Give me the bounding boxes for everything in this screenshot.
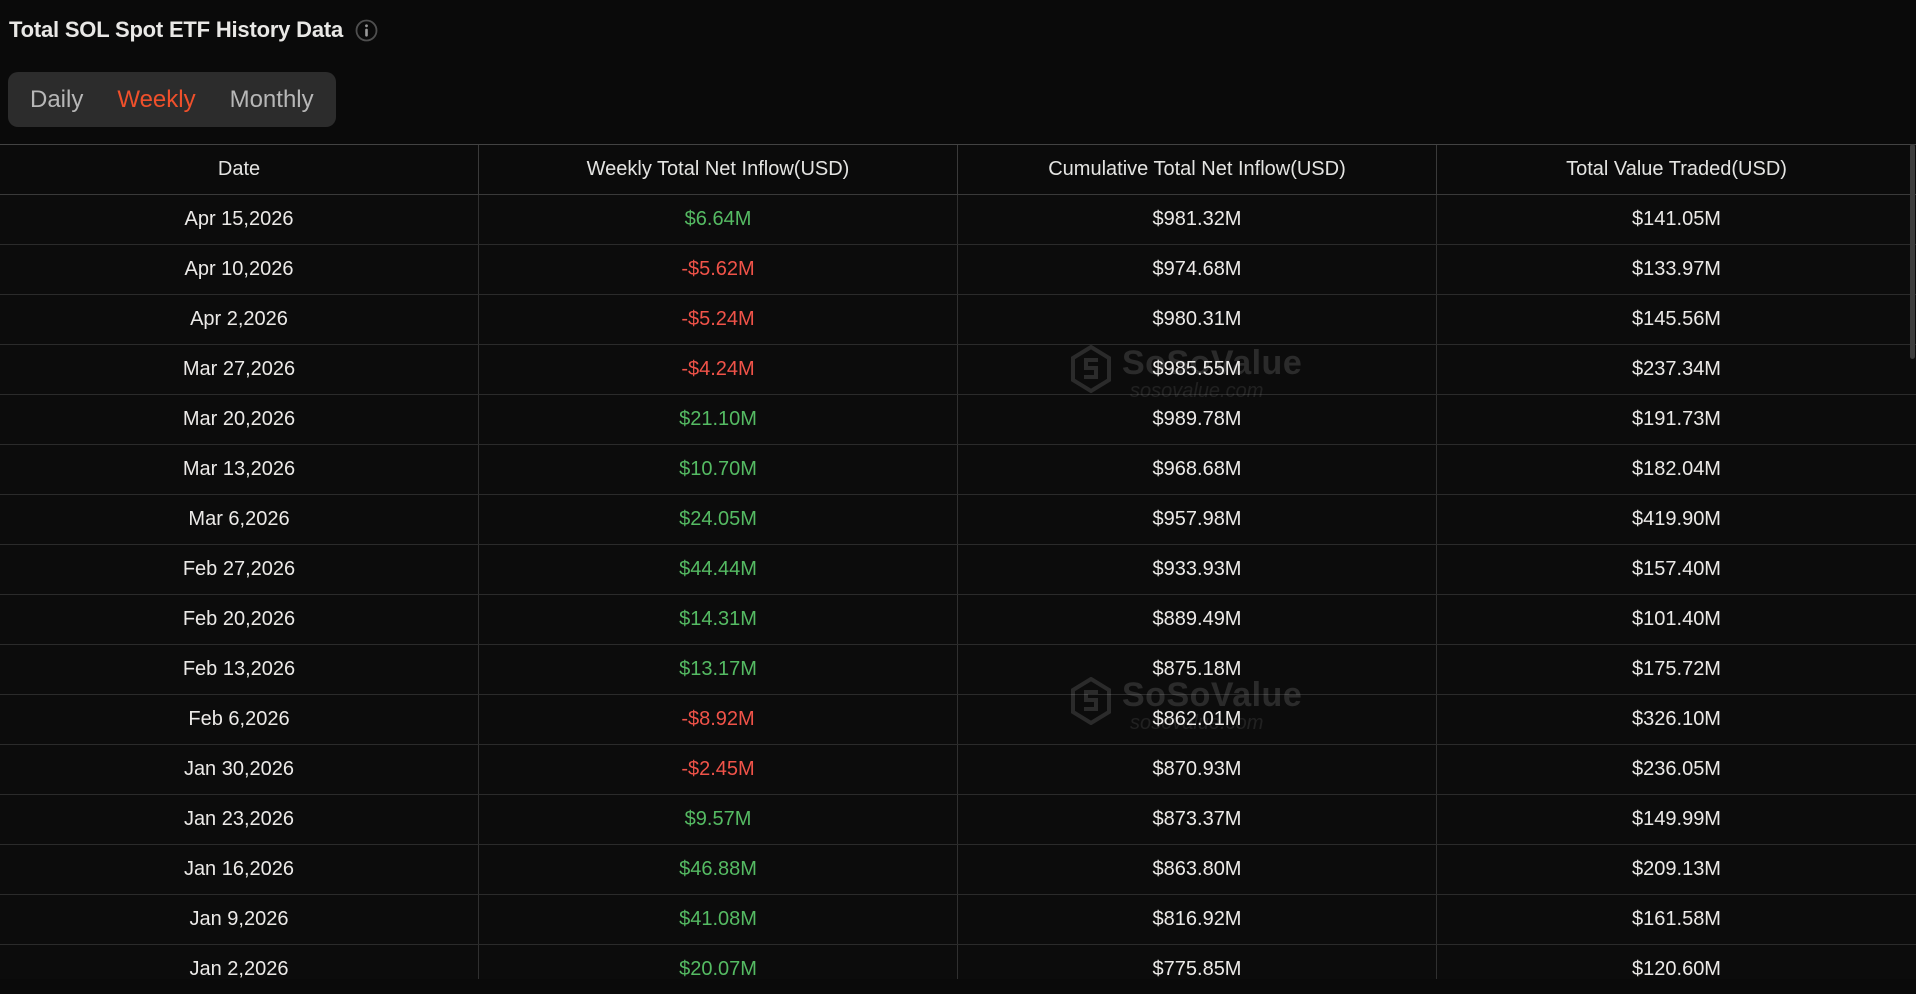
cell-traded: $175.72M <box>1437 645 1916 694</box>
column-header-total-value-traded: Total Value Traded(USD) <box>1437 145 1916 194</box>
column-header-date: Date <box>0 145 479 194</box>
table-row: Apr 2,2026 -$5.24M $980.31M $145.56M <box>0 295 1916 345</box>
table-row: Mar 20,2026 $21.10M $989.78M $191.73M <box>0 395 1916 445</box>
cell-date: Feb 13,2026 <box>0 645 479 694</box>
cell-date: Jan 16,2026 <box>0 845 479 894</box>
vertical-scrollbar-thumb[interactable] <box>1910 144 1915 359</box>
cell-traded: $209.13M <box>1437 845 1916 894</box>
table-row: Jan 2,2026 $20.07M $775.85M $120.60M <box>0 945 1916 979</box>
cell-traded: $191.73M <box>1437 395 1916 444</box>
cell-inflow: -$4.24M <box>479 345 958 394</box>
cell-date: Mar 20,2026 <box>0 395 479 444</box>
cell-date: Jan 30,2026 <box>0 745 479 794</box>
cell-date: Apr 10,2026 <box>0 245 479 294</box>
cell-cumulative: $862.01M <box>958 695 1437 744</box>
table-row: Jan 16,2026 $46.88M $863.80M $209.13M <box>0 845 1916 895</box>
cell-traded: $133.97M <box>1437 245 1916 294</box>
cell-cumulative: $933.93M <box>958 545 1437 594</box>
cell-cumulative: $870.93M <box>958 745 1437 794</box>
cell-traded: $141.05M <box>1437 195 1916 244</box>
cell-cumulative: $957.98M <box>958 495 1437 544</box>
cell-inflow: $9.57M <box>479 795 958 844</box>
table-header-row: Date Weekly Total Net Inflow(USD) Cumula… <box>0 145 1916 195</box>
table-row: Jan 23,2026 $9.57M $873.37M $149.99M <box>0 795 1916 845</box>
cell-date: Jan 23,2026 <box>0 795 479 844</box>
info-icon[interactable] <box>355 19 378 42</box>
cell-inflow: $21.10M <box>479 395 958 444</box>
cell-date: Apr 2,2026 <box>0 295 479 344</box>
tab-monthly[interactable]: Monthly <box>230 86 314 114</box>
cell-traded: $149.99M <box>1437 795 1916 844</box>
table-row: Apr 10,2026 -$5.62M $974.68M $133.97M <box>0 245 1916 295</box>
cell-cumulative: $889.49M <box>958 595 1437 644</box>
cell-traded: $145.56M <box>1437 295 1916 344</box>
cell-inflow: $13.17M <box>479 645 958 694</box>
cell-cumulative: $863.80M <box>958 845 1437 894</box>
cell-cumulative: $775.85M <box>958 945 1437 979</box>
table-row: Feb 6,2026 -$8.92M $862.01M $326.10M <box>0 695 1916 745</box>
cell-inflow: $24.05M <box>479 495 958 544</box>
cell-traded: $419.90M <box>1437 495 1916 544</box>
cell-traded: $101.40M <box>1437 595 1916 644</box>
table-row: Feb 20,2026 $14.31M $889.49M $101.40M <box>0 595 1916 645</box>
table-row: Apr 15,2026 $6.64M $981.32M $141.05M <box>0 195 1916 245</box>
table-row: Jan 30,2026 -$2.45M $870.93M $236.05M <box>0 745 1916 795</box>
page-header: Total SOL Spot ETF History Data <box>0 0 1916 48</box>
cell-traded: $120.60M <box>1437 945 1916 979</box>
table-row: Mar 6,2026 $24.05M $957.98M $419.90M <box>0 495 1916 545</box>
cell-cumulative: $816.92M <box>958 895 1437 944</box>
cell-traded: $326.10M <box>1437 695 1916 744</box>
cell-date: Apr 15,2026 <box>0 195 479 244</box>
cell-inflow: -$2.45M <box>479 745 958 794</box>
cell-cumulative: $981.32M <box>958 195 1437 244</box>
cell-traded: $157.40M <box>1437 545 1916 594</box>
cell-date: Jan 2,2026 <box>0 945 479 979</box>
cell-date: Jan 9,2026 <box>0 895 479 944</box>
cell-inflow: $20.07M <box>479 945 958 979</box>
cell-inflow: $41.08M <box>479 895 958 944</box>
cell-cumulative: $980.31M <box>958 295 1437 344</box>
cell-inflow: $46.88M <box>479 845 958 894</box>
cell-date: Mar 6,2026 <box>0 495 479 544</box>
cell-inflow: -$5.62M <box>479 245 958 294</box>
cell-traded: $161.58M <box>1437 895 1916 944</box>
table-row: Feb 27,2026 $44.44M $933.93M $157.40M <box>0 545 1916 595</box>
cell-cumulative: $873.37M <box>958 795 1437 844</box>
cell-traded: $237.34M <box>1437 345 1916 394</box>
cell-cumulative: $985.55M <box>958 345 1437 394</box>
history-table: Date Weekly Total Net Inflow(USD) Cumula… <box>0 144 1916 979</box>
cell-cumulative: $974.68M <box>958 245 1437 294</box>
cell-date: Feb 27,2026 <box>0 545 479 594</box>
cell-cumulative: $968.68M <box>958 445 1437 494</box>
cell-inflow: -$8.92M <box>479 695 958 744</box>
cell-traded: $182.04M <box>1437 445 1916 494</box>
period-tabs: Daily Weekly Monthly <box>8 72 336 127</box>
tab-daily[interactable]: Daily <box>30 86 83 114</box>
table-row: Feb 13,2026 $13.17M $875.18M $175.72M <box>0 645 1916 695</box>
column-header-weekly-net-inflow: Weekly Total Net Inflow(USD) <box>479 145 958 194</box>
cell-inflow: $44.44M <box>479 545 958 594</box>
cell-cumulative: $875.18M <box>958 645 1437 694</box>
table-row: Jan 9,2026 $41.08M $816.92M $161.58M <box>0 895 1916 945</box>
column-header-cumulative-net-inflow: Cumulative Total Net Inflow(USD) <box>958 145 1437 194</box>
cell-date: Mar 13,2026 <box>0 445 479 494</box>
cell-inflow: $14.31M <box>479 595 958 644</box>
table-row: Mar 13,2026 $10.70M $968.68M $182.04M <box>0 445 1916 495</box>
cell-date: Feb 20,2026 <box>0 595 479 644</box>
table-row: Mar 27,2026 -$4.24M $985.55M $237.34M <box>0 345 1916 395</box>
cell-inflow: $6.64M <box>479 195 958 244</box>
cell-inflow: -$5.24M <box>479 295 958 344</box>
table-body: Apr 15,2026 $6.64M $981.32M $141.05M Apr… <box>0 195 1916 979</box>
cell-inflow: $10.70M <box>479 445 958 494</box>
cell-date: Feb 6,2026 <box>0 695 479 744</box>
page-title: Total SOL Spot ETF History Data <box>9 17 343 43</box>
cell-date: Mar 27,2026 <box>0 345 479 394</box>
cell-traded: $236.05M <box>1437 745 1916 794</box>
tab-weekly[interactable]: Weekly <box>117 86 195 114</box>
cell-cumulative: $989.78M <box>958 395 1437 444</box>
